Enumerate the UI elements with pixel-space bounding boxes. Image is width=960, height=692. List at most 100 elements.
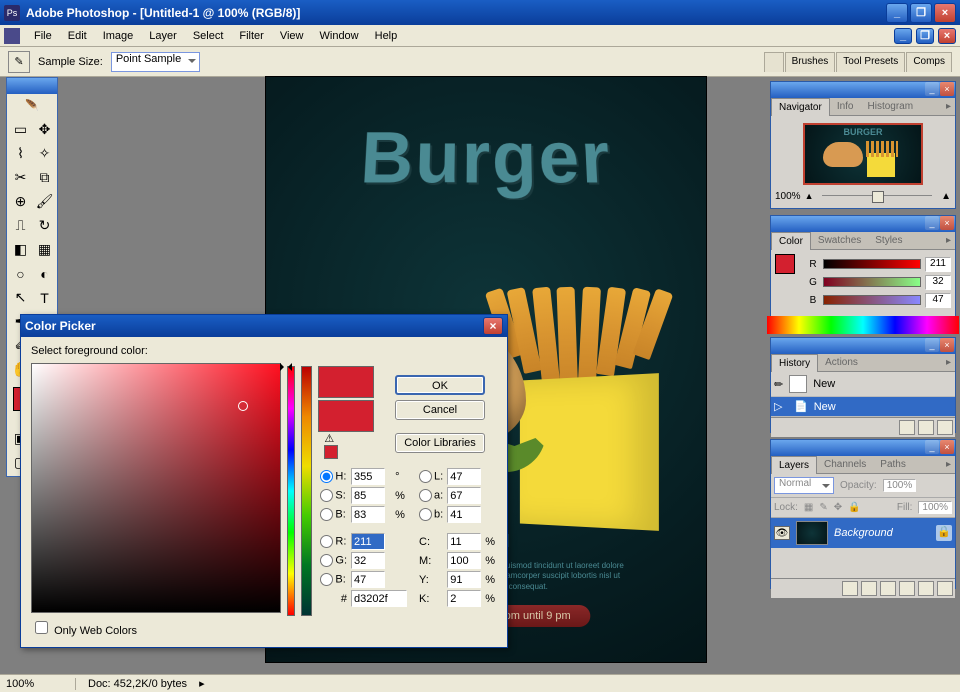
visibility-toggle[interactable]: 👁: [774, 526, 790, 540]
healing-tool[interactable]: ⊕: [9, 190, 32, 213]
history-brush-source-icon[interactable]: ✏: [774, 378, 783, 391]
s-radio[interactable]: [320, 489, 333, 502]
cancel-button[interactable]: Cancel: [395, 400, 485, 420]
layer-thumbnail[interactable]: [796, 521, 828, 545]
current-tool-icon[interactable]: ✎: [8, 51, 30, 73]
r-input[interactable]: [351, 533, 385, 550]
tab-info[interactable]: Info: [830, 98, 861, 115]
move-tool[interactable]: ✥: [33, 118, 56, 141]
status-zoom[interactable]: 100%: [6, 678, 76, 690]
y-input[interactable]: [447, 571, 481, 588]
history-brush-tool[interactable]: ↻: [33, 214, 56, 237]
b-value[interactable]: 47: [925, 293, 951, 308]
adjustment-layer-icon[interactable]: [899, 581, 915, 596]
layers-minimize-button[interactable]: _: [925, 440, 939, 454]
tab-histogram[interactable]: Histogram: [861, 98, 921, 115]
bval-radio[interactable]: [320, 508, 333, 521]
tab-channels[interactable]: Channels: [817, 456, 873, 473]
trash-icon[interactable]: [937, 420, 953, 435]
status-menu-icon[interactable]: ▸: [199, 677, 205, 690]
b-slider[interactable]: [823, 295, 921, 305]
ok-button[interactable]: OK: [395, 375, 485, 395]
maximize-button[interactable]: ❐: [910, 3, 932, 23]
crop-tool[interactable]: ✂: [9, 166, 32, 189]
history-close-button[interactable]: ×: [940, 338, 954, 352]
navigator-menu-button[interactable]: ▸: [942, 98, 955, 115]
tab-styles[interactable]: Styles: [868, 232, 909, 249]
navigator-minimize-button[interactable]: _: [925, 82, 939, 96]
navigator-close-button[interactable]: ×: [940, 82, 954, 96]
tab-comps[interactable]: Comps: [906, 52, 952, 72]
wand-tool[interactable]: ✧: [33, 142, 56, 165]
history-snapshot-row[interactable]: ✏ New: [771, 372, 955, 397]
l-radio[interactable]: [419, 470, 432, 483]
menu-edit[interactable]: Edit: [60, 27, 95, 45]
toolbox-header[interactable]: [7, 78, 57, 94]
tab-navigator[interactable]: Navigator: [771, 98, 830, 116]
blur-tool[interactable]: ○: [9, 262, 32, 285]
m-input[interactable]: [447, 552, 481, 569]
hue-slider[interactable]: [287, 366, 295, 616]
lock-transparent-icon[interactable]: ▦: [804, 502, 813, 513]
lock-pixels-icon[interactable]: ✎: [819, 502, 827, 513]
new-color-swatch[interactable]: [318, 366, 374, 398]
picker-close-button[interactable]: ×: [483, 317, 503, 335]
history-step-row[interactable]: ▷ 📄 New: [771, 397, 955, 417]
new-document-from-state-icon[interactable]: [899, 420, 915, 435]
zoom-in-icon[interactable]: ▲: [941, 191, 951, 202]
s-input[interactable]: [351, 487, 385, 504]
slice-tool[interactable]: ⧉: [33, 166, 56, 189]
tab-actions[interactable]: Actions: [818, 354, 865, 371]
lock-all-icon[interactable]: 🔒: [848, 502, 860, 513]
lock-position-icon[interactable]: ✥: [834, 502, 842, 513]
eraser-tool[interactable]: ◧: [9, 238, 32, 261]
color-libraries-button[interactable]: Color Libraries: [395, 433, 485, 453]
menu-view[interactable]: View: [272, 27, 312, 45]
new-layer-icon[interactable]: [918, 581, 934, 596]
r-radio[interactable]: [320, 535, 333, 548]
new-snapshot-icon[interactable]: [918, 420, 934, 435]
a-radio[interactable]: [419, 489, 432, 502]
h-input[interactable]: [351, 468, 385, 485]
navigator-zoom-slider[interactable]: [822, 191, 932, 201]
gradient-tool[interactable]: ▦: [33, 238, 56, 261]
only-web-colors-checkbox[interactable]: [35, 621, 48, 634]
color-minimize-button[interactable]: _: [925, 216, 939, 230]
new-set-icon[interactable]: [880, 581, 896, 596]
doc-restore-button[interactable]: ❐: [916, 28, 934, 44]
stamp-tool[interactable]: ⎍: [9, 214, 32, 237]
minimize-button[interactable]: _: [886, 3, 908, 23]
g-value[interactable]: 32: [925, 275, 951, 290]
brgb-input[interactable]: [351, 571, 385, 588]
color-menu-button[interactable]: ▸: [942, 232, 955, 249]
saturation-value-field[interactable]: [31, 363, 281, 613]
palette-well-icon[interactable]: [764, 52, 784, 72]
tab-paths[interactable]: Paths: [873, 456, 913, 473]
tab-brushes[interactable]: Brushes: [785, 52, 836, 72]
k-input[interactable]: [447, 590, 481, 607]
history-menu-button[interactable]: ▸: [942, 354, 955, 371]
close-button[interactable]: ×: [934, 3, 956, 23]
menu-file[interactable]: File: [26, 27, 60, 45]
tab-swatches[interactable]: Swatches: [811, 232, 868, 249]
color-close-button[interactable]: ×: [940, 216, 954, 230]
g-slider[interactable]: [823, 277, 921, 287]
blend-mode-select[interactable]: Normal: [774, 477, 834, 494]
layers-close-button[interactable]: ×: [940, 440, 954, 454]
gamut-warning-icon[interactable]: ⚠: [324, 433, 334, 445]
a-input[interactable]: [447, 487, 481, 504]
doc-minimize-button[interactable]: _: [894, 28, 912, 44]
delete-layer-icon[interactable]: [937, 581, 953, 596]
tab-color[interactable]: Color: [771, 232, 811, 250]
c-input[interactable]: [447, 533, 481, 550]
brgb-radio[interactable]: [320, 573, 333, 586]
g-radio[interactable]: [320, 554, 333, 567]
dodge-tool[interactable]: ◐: [33, 262, 56, 285]
menu-image[interactable]: Image: [95, 27, 142, 45]
history-minimize-button[interactable]: _: [925, 338, 939, 352]
color-fg-swatch[interactable]: [775, 254, 795, 274]
menu-layer[interactable]: Layer: [141, 27, 185, 45]
tab-tool-presets[interactable]: Tool Presets: [836, 52, 905, 72]
menu-help[interactable]: Help: [367, 27, 406, 45]
closest-color-swatch[interactable]: [324, 445, 338, 459]
